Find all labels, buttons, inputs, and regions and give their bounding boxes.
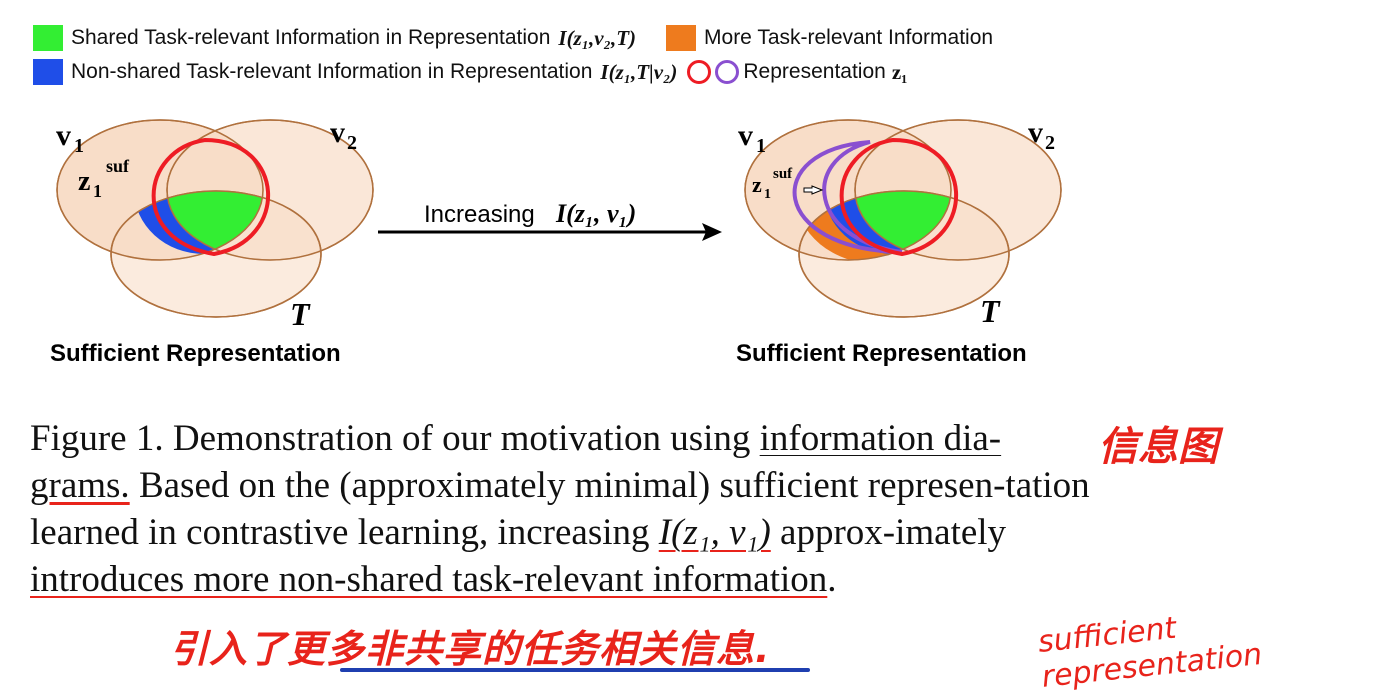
figure-caption: Figure 1. Demonstration of our motivatio… bbox=[30, 415, 1090, 603]
blue-underline bbox=[340, 668, 810, 672]
handwritten-note-chinese: 引入了更多非共享的任务相关信息. bbox=[170, 627, 771, 671]
left-v1-sub: 1 bbox=[74, 135, 84, 157]
left-z-sup: suf bbox=[106, 156, 130, 176]
right-caption-label: Sufficient Representation bbox=[736, 340, 1027, 367]
right-venn bbox=[744, 119, 1062, 318]
right-z-sup: suf bbox=[773, 166, 793, 182]
left-v2-sub: 2 bbox=[347, 132, 357, 154]
caption-underline-1: information dia- bbox=[759, 418, 1002, 459]
left-venn bbox=[56, 119, 374, 318]
right-t-label: T bbox=[980, 293, 1001, 329]
handwritten-note-english: sufficient representation bbox=[1036, 610, 1264, 695]
caption-underline-2: grams. bbox=[30, 465, 130, 506]
right-v1-label: v bbox=[738, 119, 753, 152]
arrow-math: I(z₁, v₁) bbox=[555, 199, 636, 228]
caption-underline-3: introduces more non-shared task-relevant… bbox=[30, 559, 828, 600]
left-v2-label: v bbox=[330, 116, 345, 149]
caption-part-1: Figure 1. Demonstration of our motivatio… bbox=[30, 418, 760, 459]
caption-part-3: approx-imately bbox=[770, 512, 1007, 553]
right-v2-sub: 2 bbox=[1045, 132, 1055, 154]
left-caption-label: Sufficient Representation bbox=[50, 340, 341, 367]
right-v1-sub: 1 bbox=[756, 135, 766, 157]
arrow-text: Increasing bbox=[424, 201, 535, 228]
right-z-sub: 1 bbox=[764, 187, 771, 202]
left-t-label: T bbox=[290, 296, 311, 332]
caption-math: I(z₁, v₁) bbox=[658, 512, 771, 553]
caption-part-4: . bbox=[827, 559, 837, 600]
left-z-sub: 1 bbox=[93, 181, 102, 201]
handwritten-note-diagram: 信息图 bbox=[1098, 424, 1218, 470]
right-v2-label: v bbox=[1028, 116, 1043, 149]
left-v1-label: v bbox=[56, 119, 71, 152]
diagrams: v 1 v 2 z 1 suf T Increasing I(z₁, v₁) v… bbox=[56, 116, 1062, 332]
left-z-label: z bbox=[78, 166, 90, 197]
right-z-label: z bbox=[752, 172, 762, 197]
